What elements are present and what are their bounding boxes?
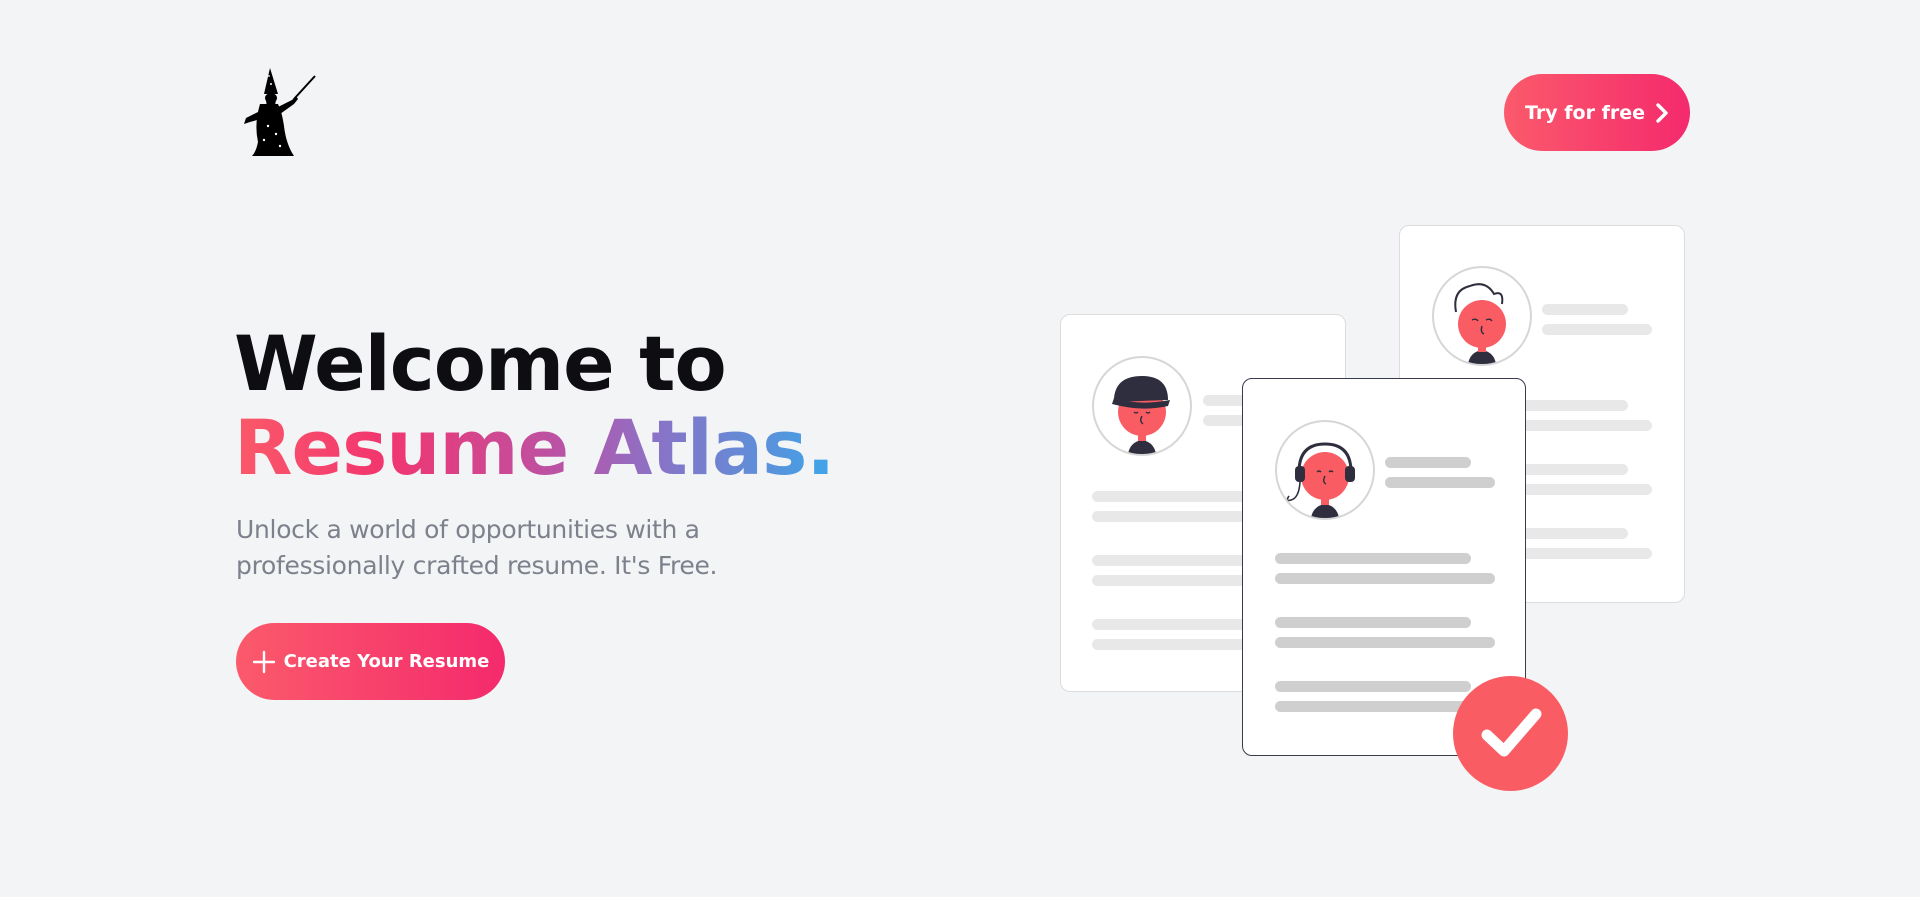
landing-page: Try for free Welcome to Resume Atlas. Un… [0, 0, 1920, 897]
create-resume-label: Create Your Resume [283, 651, 490, 672]
headset-avatar-icon [1275, 420, 1375, 520]
try-for-free-button[interactable]: Try for free [1504, 74, 1690, 151]
chevron-right-icon [1656, 102, 1668, 123]
wizard-logo[interactable] [240, 64, 320, 160]
try-for-free-label: Try for free [1525, 101, 1645, 124]
create-resume-button[interactable]: Create Your Resume [236, 623, 505, 700]
hero-title: Welcome to Resume Atlas. [234, 319, 835, 492]
plus-icon [252, 650, 275, 673]
check-icon [1453, 676, 1568, 791]
cap-avatar-icon [1092, 356, 1192, 456]
hero-title-line-2: Resume Atlas. [234, 403, 835, 492]
hero-subtitle: Unlock a world of opportunities with a p… [236, 515, 718, 580]
curly-hair-avatar-icon [1432, 266, 1532, 366]
hero-title-line-1: Welcome to [234, 319, 727, 408]
resume-illustration [1050, 220, 1700, 800]
